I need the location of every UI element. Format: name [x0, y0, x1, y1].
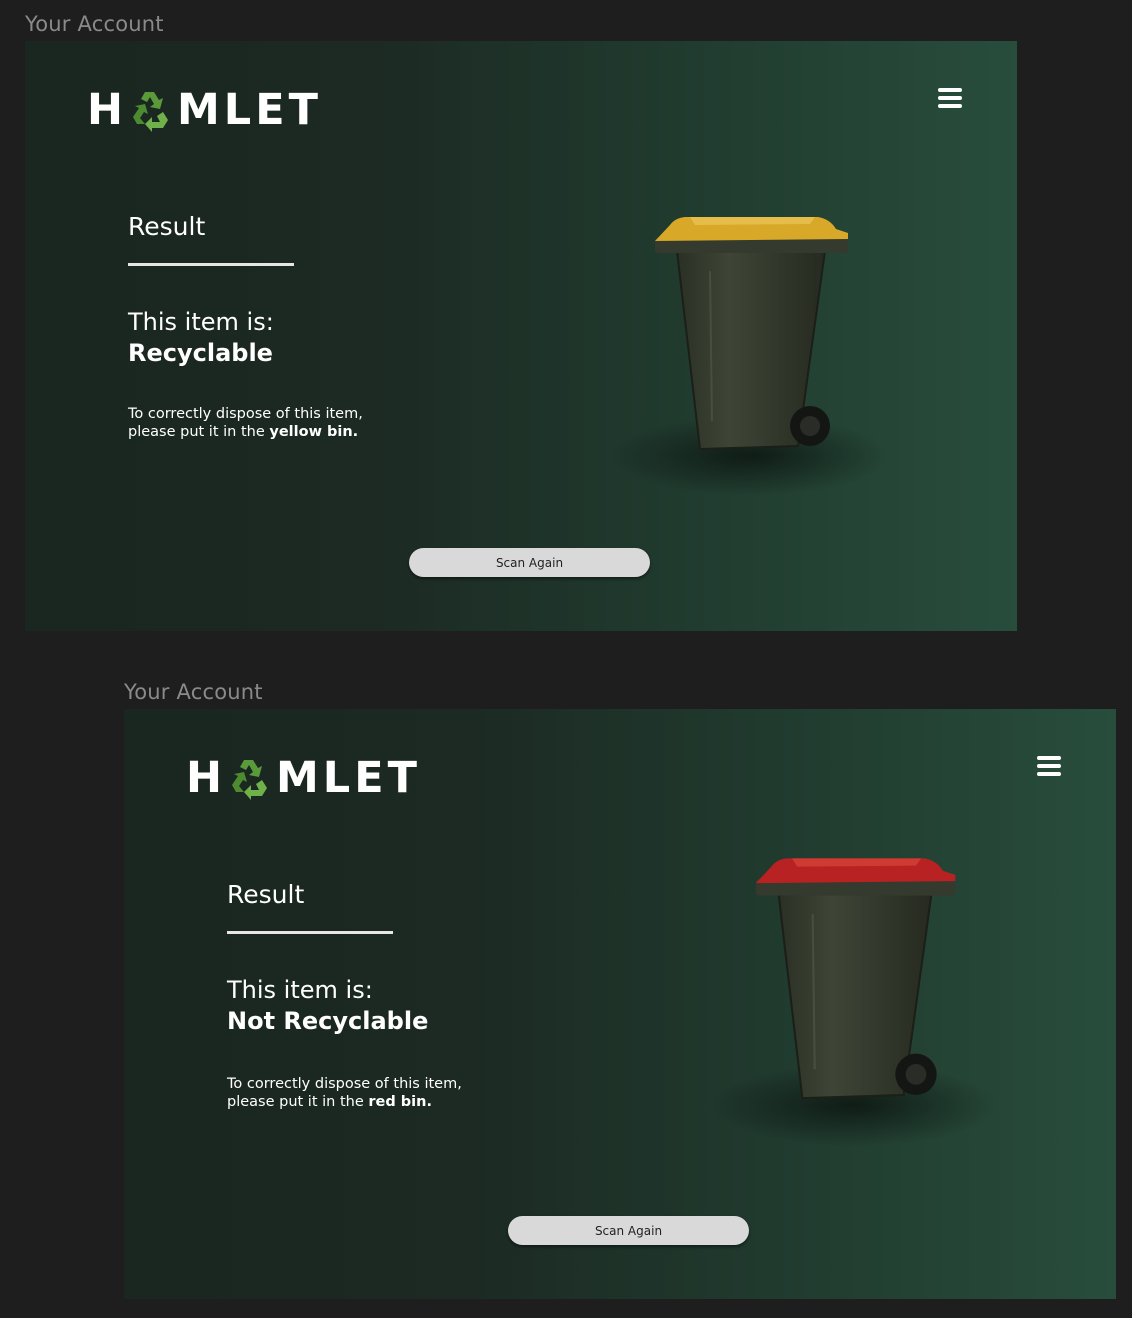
instruction-line2: please put it in the — [227, 1094, 369, 1110]
logo-text-mlet: MLET — [276, 752, 421, 803]
yellow-wheelie-bin-image — [610, 217, 890, 496]
menu-bar — [938, 88, 962, 92]
logo-text-h: H — [186, 752, 226, 803]
verdict-text: Not Recyclable — [227, 1007, 429, 1035]
result-underline — [227, 931, 393, 934]
result-screen-recyclable: H MLET Result This item is: Recyclable T… — [25, 41, 1017, 631]
result-screen-not-recyclable: H MLET Result This item is: Not Recyclab… — [124, 709, 1116, 1299]
logo-text-mlet: MLET — [177, 84, 322, 135]
hamburger-menu-icon[interactable] — [1034, 756, 1064, 780]
logo-text-h: H — [87, 84, 127, 135]
result-title: Result — [227, 880, 305, 909]
result-underline — [128, 263, 294, 266]
hamlet-logo[interactable]: H MLET — [186, 753, 421, 803]
instruction-line2: please put it in the — [128, 424, 270, 440]
menu-bar — [938, 96, 962, 100]
scan-again-button[interactable]: Scan Again — [508, 1216, 749, 1245]
disposal-instruction: To correctly dispose of this item, pleas… — [128, 405, 448, 441]
instruction-line1: To correctly dispose of this item, — [227, 1076, 462, 1092]
result-title: Result — [128, 212, 206, 241]
item-is-label: This item is: — [128, 308, 274, 336]
disposal-instruction: To correctly dispose of this item, pleas… — [227, 1075, 547, 1111]
menu-bar — [1037, 756, 1061, 760]
red-wheelie-bin-image — [709, 858, 999, 1147]
recycle-icon — [232, 760, 267, 800]
menu-bar — [938, 104, 962, 108]
instruction-bin: yellow bin. — [269, 424, 359, 440]
scan-again-button[interactable]: Scan Again — [409, 548, 650, 577]
instruction-bin: red bin. — [368, 1094, 432, 1110]
hamlet-logo[interactable]: H MLET — [87, 85, 322, 135]
verdict-text: Recyclable — [128, 339, 273, 367]
frame-label: Your Account — [124, 680, 263, 704]
menu-bar — [1037, 764, 1061, 768]
frame-label: Your Account — [25, 12, 164, 36]
item-is-label: This item is: — [227, 976, 373, 1004]
menu-bar — [1037, 772, 1061, 776]
recycle-icon — [133, 92, 168, 132]
hamburger-menu-icon[interactable] — [935, 88, 965, 112]
instruction-line1: To correctly dispose of this item, — [128, 406, 363, 422]
